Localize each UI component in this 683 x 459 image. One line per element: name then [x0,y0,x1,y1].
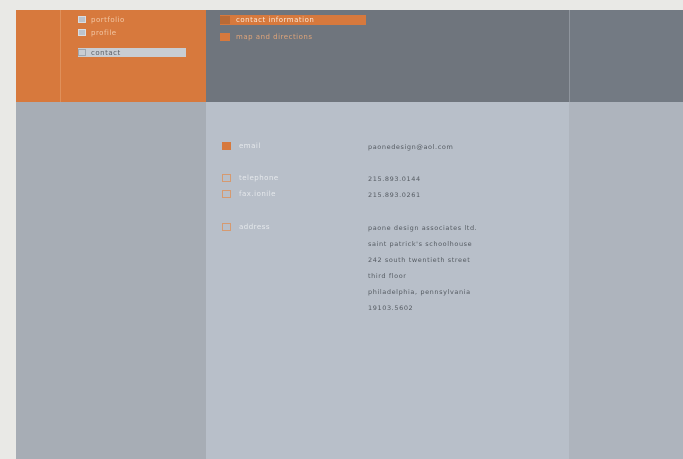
divider [60,10,61,102]
nav-item-profile[interactable]: profile [78,28,117,37]
address-label: address [239,223,271,231]
address-line: philadelphia, pennsylvania [368,288,471,296]
tab-label: map and directions [236,33,313,41]
nav-item-label: portfolio [91,15,125,24]
fax-row[interactable]: fax.ionile [222,190,276,198]
address-row[interactable]: address [222,223,270,231]
telephone-row[interactable]: telephone [222,174,279,182]
address-line: saint patrick's schoolhouse [368,240,473,248]
tab-contact-information[interactable]: contact information [220,15,366,25]
nav-item-label: profile [91,28,117,37]
square-icon [222,142,231,150]
square-icon [220,16,230,24]
right-body-panel [569,102,683,459]
telephone-value: 215.893.0144 [368,175,421,183]
square-icon [220,33,230,41]
nav-item-label: contact [91,48,121,57]
nav-item-contact[interactable]: contact [78,48,186,57]
address-line: third floor [368,272,407,280]
address-line: 242 south twentieth street [368,256,471,264]
checkbox-icon [78,49,86,56]
email-value[interactable]: paonedesign@aol.com [368,139,453,155]
nav-item-portfolio[interactable]: portfolio [78,15,125,24]
divider [569,10,570,102]
square-outline-icon [222,174,231,182]
address-line: 19103.5602 [368,304,414,312]
tab-map-and-directions[interactable]: map and directions [220,32,313,42]
checkbox-icon [78,16,86,23]
email-row[interactable]: email [222,142,261,150]
email-label: email [239,142,261,150]
square-outline-icon [222,190,231,198]
checkbox-icon [78,29,86,36]
fax-value: 215.893.0261 [368,191,421,199]
right-header-panel [569,10,683,102]
address-line: paone design associates ltd. [368,224,478,232]
telephone-label: telephone [239,174,279,182]
tab-label: contact information [236,16,315,24]
fax-label: fax.ionile [239,190,276,198]
square-outline-icon [222,223,231,231]
left-body-panel [16,102,206,459]
